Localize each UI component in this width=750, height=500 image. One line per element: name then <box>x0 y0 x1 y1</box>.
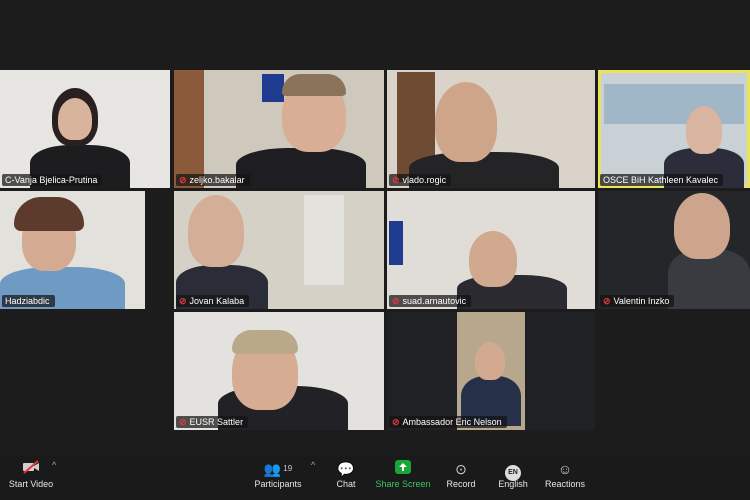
mic-muted-icon: ⊘ <box>179 296 187 306</box>
name-tag: C-Vanja Bjelica-Prutina <box>2 174 103 186</box>
participant-head <box>674 193 730 259</box>
mic-muted-icon: ⊘ <box>179 417 187 427</box>
video-tile-9[interactable]: ⊘ EUSR Sattler <box>174 312 384 430</box>
mic-muted-icon: ⊘ <box>392 296 400 306</box>
meeting-toolbar: Start Video ^ 👥 19 Participants ^ 💬 Chat … <box>0 456 750 500</box>
name-tag: ⊘ Valentin Inzko <box>600 295 675 307</box>
mic-muted-icon: ⊘ <box>603 296 611 306</box>
participant-head <box>188 195 244 267</box>
name-tag: ⊘ zeljko.bakalar <box>176 174 250 186</box>
video-tile-7[interactable]: ⊘ suad.arnautovic <box>387 191 595 309</box>
video-tile-3[interactable]: ⊘ vlado.rogic <box>387 70 595 188</box>
name-tag: ⊘ Jovan Kalaba <box>176 295 250 307</box>
participant-figure <box>236 148 366 188</box>
name-tag: ⊘ suad.arnautovic <box>389 295 472 307</box>
video-options-caret[interactable]: ^ <box>52 460 56 470</box>
mic-muted-icon: ⊘ <box>392 417 400 427</box>
video-tile-4-active-speaker[interactable]: OSCE BiH Kathleen Kavalec <box>598 70 750 188</box>
smiley-icon: ☺ <box>557 461 573 477</box>
video-tile-10[interactable]: ⊘ Ambassador Eric Nelson <box>387 312 595 430</box>
mic-muted-icon: ⊘ <box>392 175 400 185</box>
name-tag: ⊘ vlado.rogic <box>389 174 452 186</box>
video-tile-8[interactable]: ⊘ Valentin Inzko <box>598 191 750 309</box>
video-tile-2[interactable]: ⊘ zeljko.bakalar <box>174 70 384 188</box>
door <box>304 195 344 285</box>
flag-icon <box>389 221 403 265</box>
name-tag: ⊘ Ambassador Eric Nelson <box>389 416 507 428</box>
window-background <box>604 84 744 124</box>
participant-head <box>686 106 722 154</box>
video-tile-1[interactable]: C-Vanja Bjelica-Prutina <box>0 70 170 188</box>
video-tile-5[interactable]: Hadziabdic <box>0 191 145 309</box>
flag-icon <box>262 74 284 102</box>
participant-head <box>435 82 497 162</box>
mic-muted-icon: ⊘ <box>179 175 187 185</box>
participants-icon: 👥 19 <box>263 461 293 477</box>
participants-button[interactable]: 👥 19 Participants <box>243 460 313 490</box>
participant-head <box>469 231 517 287</box>
video-tile-6[interactable]: ⊘ Jovan Kalaba <box>174 191 384 309</box>
name-tag: Hadziabdic <box>2 295 55 307</box>
reactions-button[interactable]: ☺ Reactions <box>530 460 600 490</box>
name-tag: ⊘ EUSR Sattler <box>176 416 249 428</box>
name-tag: OSCE BiH Kathleen Kavalec <box>600 174 724 186</box>
participant-head <box>475 342 505 380</box>
